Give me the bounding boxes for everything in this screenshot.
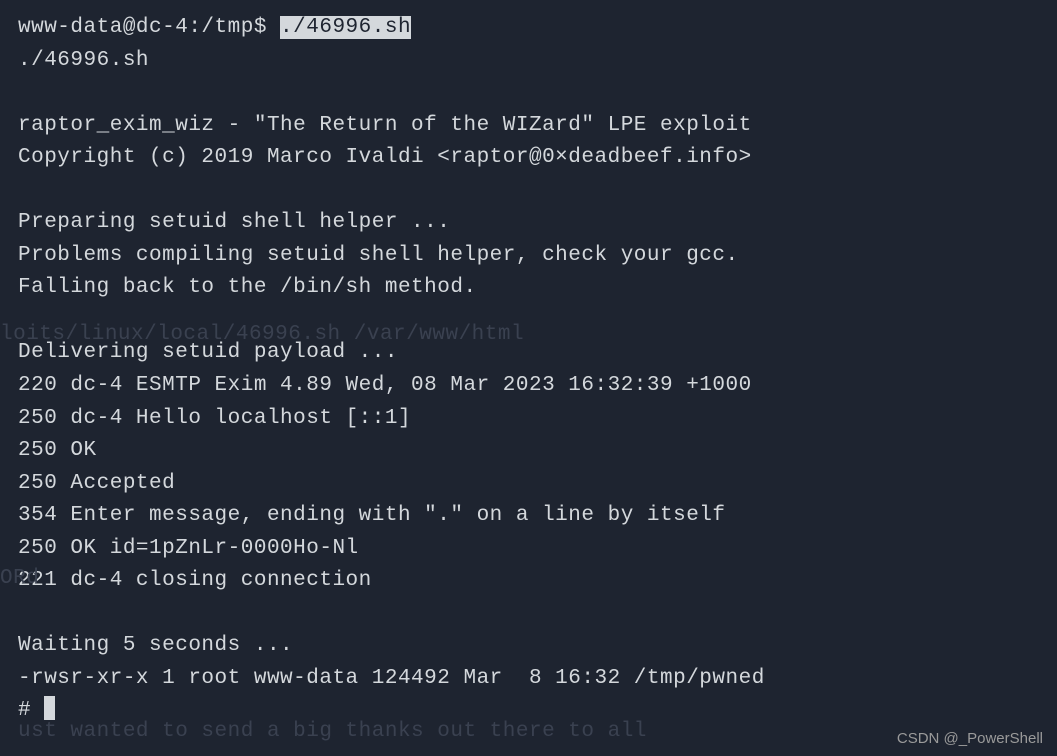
shell-prompt: www-data@dc-4:/tmp$ [18,16,280,39]
output-echo: ./46996.sh [18,45,1039,78]
prep-line-2: Problems compiling setuid shell helper, … [18,240,1039,273]
smtp-line-4: 250 Accepted [18,468,1039,501]
ghost-background-text-2: ORd [0,563,39,596]
smtp-line-7: 221 dc-4 closing connection [18,565,1039,598]
wait-line: Waiting 5 seconds ... [18,630,1039,663]
smtp-line-2: 250 dc-4 Hello localhost [::1] [18,403,1039,436]
ghost-background-text-1: loits/linux/local/46996.sh /var/www/html [0,319,524,352]
terminal-output[interactable]: www-data@dc-4:/tmp$ ./46996.sh ./46996.sh… [18,12,1039,728]
banner-line-2: Copyright (c) 2019 Marco Ivaldi <raptor@… [18,142,1039,175]
prep-line-3: Falling back to the /bin/sh method. [18,272,1039,305]
watermark-text: CSDN @_PowerShell [897,727,1043,750]
ghost-background-text-3: ust wanted to send a big thanks out ther… [18,716,647,749]
entered-command: ./46996.sh [280,16,411,39]
smtp-line-6: 250 OK id=1pZnLr-0000Ho-Nl [18,533,1039,566]
prep-line-1: Preparing setuid shell helper ... [18,207,1039,240]
smtp-line-3: 250 OK [18,435,1039,468]
smtp-line-1: 220 dc-4 ESMTP Exim 4.89 Wed, 08 Mar 202… [18,370,1039,403]
banner-line-1: raptor_exim_wiz - "The Return of the WIZ… [18,110,1039,143]
ls-output: -rwsr-xr-x 1 root www-data 124492 Mar 8 … [18,663,1039,696]
smtp-line-5: 354 Enter message, ending with "." on a … [18,500,1039,533]
